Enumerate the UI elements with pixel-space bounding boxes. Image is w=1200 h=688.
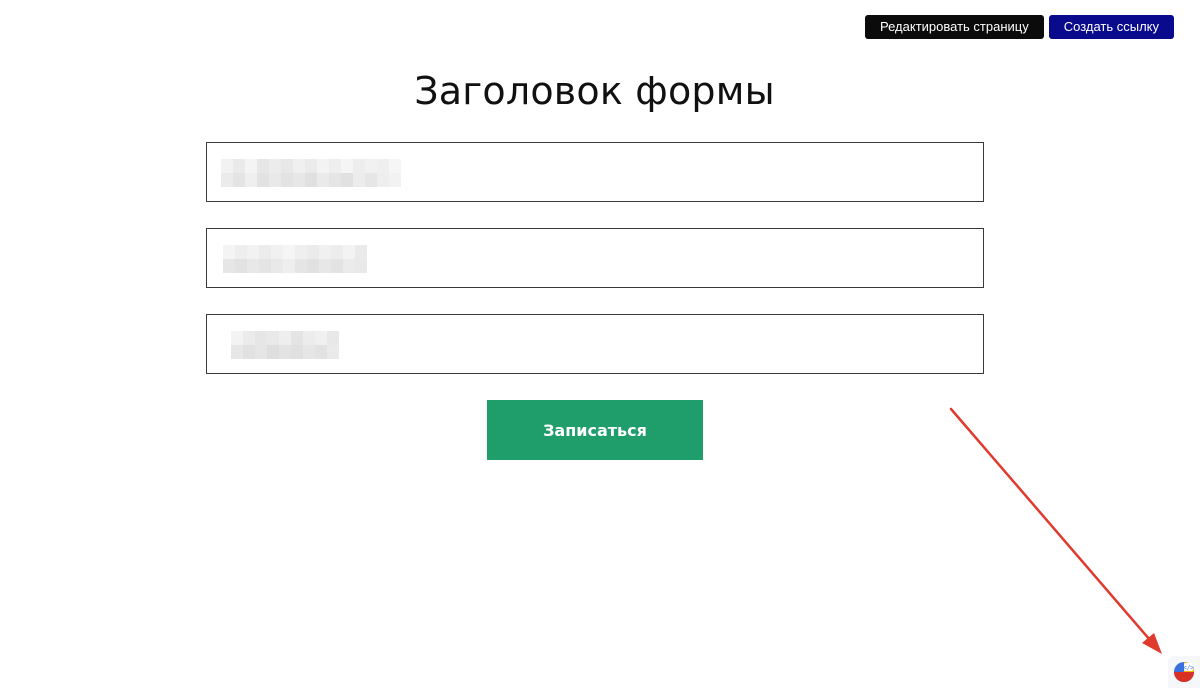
obscured-value-2 (223, 245, 367, 273)
create-link-button[interactable]: Создать ссылку (1048, 15, 1174, 39)
form-field-1[interactable] (206, 142, 984, 202)
devtools-extension-icon[interactable]: </> (1168, 656, 1200, 688)
submit-button[interactable]: Записаться (487, 400, 703, 460)
page: Редактировать страницу Создать ссылку За… (0, 0, 1200, 688)
form-field-2[interactable] (206, 228, 984, 288)
svg-text:</>: </> (1183, 664, 1194, 671)
code-badge-icon: </> (1174, 662, 1194, 682)
edit-page-button[interactable]: Редактировать страницу (865, 15, 1044, 39)
obscured-value-1 (221, 159, 401, 187)
top-toolbar: Редактировать страницу Создать ссылку (865, 15, 1174, 39)
form-title: Заголовок формы (414, 69, 775, 113)
form-field-3[interactable] (206, 314, 984, 374)
obscured-value-3 (231, 331, 339, 359)
